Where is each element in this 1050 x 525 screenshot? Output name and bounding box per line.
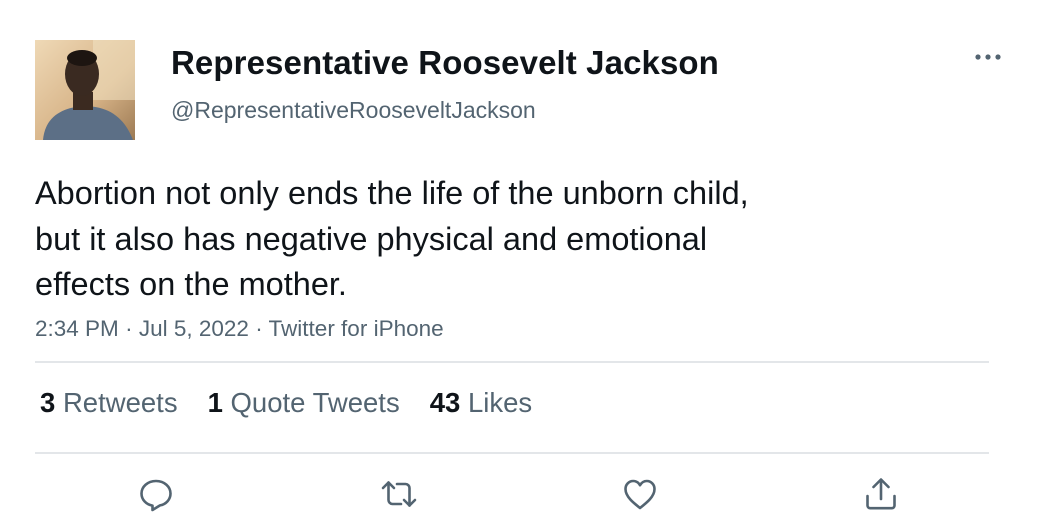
divider: [35, 361, 989, 363]
quote-tweets-stat[interactable]: 1 Quote Tweets: [208, 387, 400, 419]
avatar[interactable]: [35, 40, 135, 140]
share-icon[interactable]: [861, 474, 901, 514]
divider: [35, 452, 989, 454]
more-icon[interactable]: [970, 44, 1006, 70]
likes-stat[interactable]: 43 Likes: [430, 387, 532, 419]
tweet-source[interactable]: Twitter for iPhone: [269, 316, 444, 341]
tweet-time[interactable]: 2:34 PM: [35, 316, 119, 341]
tweet-text-line: but it also has negative physical and em…: [35, 220, 708, 257]
tweet-text-line: effects on the mother.: [35, 266, 347, 302]
separator: ·: [255, 316, 263, 341]
heart-icon[interactable]: [620, 474, 660, 514]
tweet-text-line: Abortion not only ends the life of the u…: [35, 175, 749, 211]
likes-label: Likes: [467, 387, 533, 418]
reply-icon[interactable]: [136, 474, 176, 514]
tweet-text: Abortion not only ends the life of the u…: [35, 171, 935, 308]
retweet-icon[interactable]: [379, 474, 419, 514]
user-handle[interactable]: @RepresentativeRooseveltJackson: [171, 97, 536, 124]
likes-count: 43: [429, 387, 461, 418]
profile-photo-icon: [35, 40, 135, 140]
retweets-label: Retweets: [62, 387, 178, 418]
retweets-count: 3: [40, 387, 56, 418]
retweets-stat[interactable]: 3 Retweets: [40, 387, 178, 419]
action-bar: [0, 474, 1050, 514]
tweet-date[interactable]: Jul 5, 2022: [139, 316, 249, 341]
tweet-metadata: 2:34 PM · Jul 5, 2022 · Twitter for iPho…: [35, 316, 444, 342]
quote-tweets-label: Quote Tweets: [230, 387, 400, 418]
engagement-stats: 3 Retweets 1 Quote Tweets 43 Likes: [40, 387, 562, 419]
quote-tweets-count: 1: [207, 387, 223, 418]
display-name[interactable]: Representative Roosevelt Jackson: [171, 44, 719, 82]
separator: ·: [125, 316, 133, 341]
